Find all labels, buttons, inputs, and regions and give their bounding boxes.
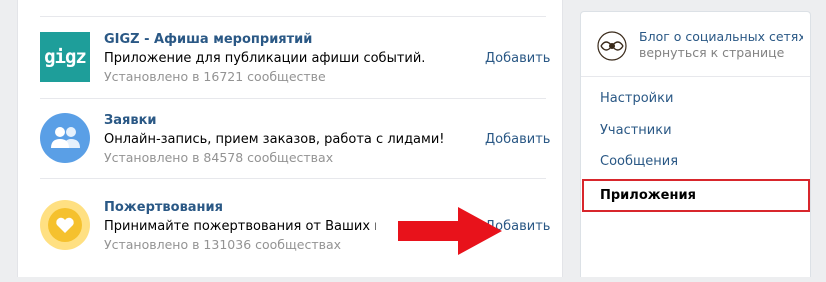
app-description: Приложение для публикации афиши событий.: [104, 51, 426, 66]
app-title[interactable]: GIGZ - Афиша мероприятий: [104, 32, 312, 47]
community-sidebar: Блог о социальных сетях вернуться к стра…: [580, 11, 811, 277]
add-app-button[interactable]: Добавить: [485, 51, 550, 66]
divider: [40, 178, 546, 179]
add-app-button[interactable]: Добавить: [485, 132, 550, 147]
sidebar-item-messages[interactable]: Сообщения: [581, 147, 810, 177]
community-title: Блог о социальных сетях: [639, 29, 803, 44]
app-description: Принимайте пожертвования от Ваших подпис…: [104, 219, 376, 234]
back-link-label: вернуться к странице: [639, 45, 785, 60]
app-installs-count: Установлено в 84578 сообществах: [104, 150, 334, 165]
back-to-community-link[interactable]: Блог о социальных сетях вернуться к стра…: [581, 12, 810, 77]
app-item: Заявки Онлайн-запись, прием заказов, раб…: [18, 113, 564, 195]
divider: [40, 16, 546, 17]
users-icon[interactable]: [40, 113, 90, 163]
ornament-logo-icon: [597, 31, 627, 61]
app-title[interactable]: Заявки: [104, 113, 157, 128]
gigz-logo-icon[interactable]: gigz: [40, 32, 90, 82]
app-item: gigz GIGZ - Афиша мероприятий Приложение…: [18, 32, 564, 114]
gigz-logo-text: gigz: [44, 46, 87, 68]
red-arrow-icon: [398, 207, 502, 255]
sidebar-item-members[interactable]: Участники: [581, 116, 810, 146]
divider: [40, 98, 546, 99]
app-title[interactable]: Пожертвования: [104, 200, 223, 215]
sidebar-item-apps[interactable]: Приложения: [582, 179, 810, 212]
app-description: Онлайн-запись, прием заказов, работа с л…: [104, 132, 444, 147]
apps-catalog-panel: gigz GIGZ - Афиша мероприятий Приложение…: [17, 0, 563, 277]
heart-icon[interactable]: [40, 200, 90, 250]
app-installs-count: Установлено в 16721 сообществе: [104, 69, 326, 84]
app-installs-count: Установлено в 131036 сообществах: [104, 237, 342, 252]
sidebar-item-settings[interactable]: Настройки: [581, 84, 810, 114]
